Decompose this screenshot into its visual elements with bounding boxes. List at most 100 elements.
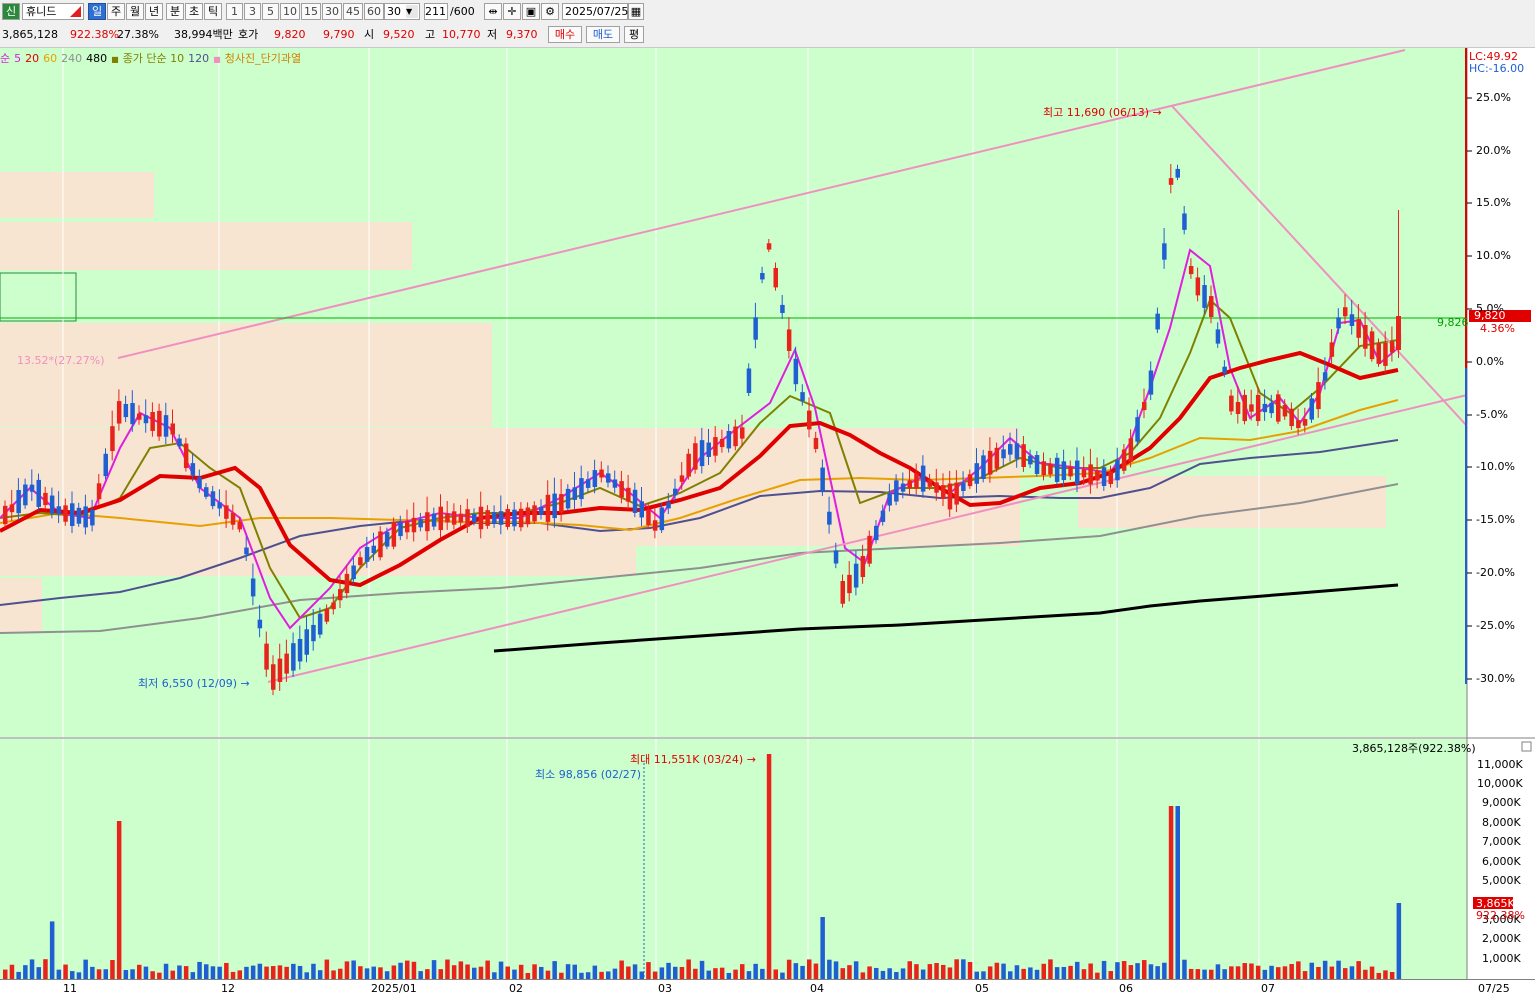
- volume-bar: [83, 959, 88, 979]
- candle-body: [1322, 372, 1328, 381]
- interval-15[interactable]: 15: [301, 3, 321, 20]
- volume-bar: [1202, 969, 1207, 979]
- interval-45[interactable]: 45: [343, 3, 363, 20]
- candle-body: [391, 521, 397, 547]
- stock-chart[interactable]: [0, 48, 1535, 999]
- candle-body: [143, 415, 149, 424]
- legend-ma480[interactable]: 480: [86, 52, 107, 65]
- tab-year[interactable]: 년: [145, 3, 163, 20]
- candle-body: [579, 478, 584, 500]
- volume-pane-close-icon[interactable]: [1521, 741, 1532, 752]
- interval-3[interactable]: 3: [244, 3, 261, 20]
- candle-body: [626, 487, 631, 502]
- candle-body: [552, 493, 557, 519]
- volume-bar: [1101, 960, 1107, 979]
- candle-body: [1389, 341, 1395, 353]
- legend-ma60[interactable]: 60: [43, 52, 57, 65]
- interval-60[interactable]: 60: [364, 3, 384, 20]
- volume-bar: [170, 970, 175, 979]
- volume-bar: [130, 969, 135, 979]
- stock-color-flag-icon: [70, 6, 81, 17]
- volume-bar: [391, 965, 397, 979]
- save-icon[interactable]: ▣: [522, 3, 540, 20]
- calendar-icon[interactable]: ▦: [628, 3, 644, 20]
- quote-bar: 3,865,128 922.38% 27.38% 38,994백만 호가 9,8…: [0, 23, 1535, 48]
- volume-bar: [358, 966, 363, 979]
- interval-10[interactable]: 10: [280, 3, 300, 20]
- time-tick-label: 11: [63, 982, 77, 995]
- candle-body: [941, 485, 946, 499]
- sell-button[interactable]: 매도: [586, 26, 620, 43]
- candle-body: [713, 437, 718, 456]
- stock-name-field[interactable]: 휴니드: [22, 3, 84, 20]
- interval-1[interactable]: 1: [226, 3, 243, 20]
- legend-ma10[interactable]: 종가 단순 10: [123, 52, 184, 65]
- compress-icon[interactable]: ⇹: [484, 3, 502, 20]
- interval-5[interactable]: 5: [262, 3, 279, 20]
- tab-day[interactable]: 일: [88, 3, 106, 20]
- tab-tick[interactable]: 틱: [204, 3, 222, 20]
- volume-bar: [679, 966, 685, 979]
- settings-gear-icon[interactable]: ⚙: [541, 3, 559, 20]
- count-input[interactable]: 211: [424, 3, 448, 20]
- volume-bar: [1182, 959, 1187, 979]
- bid-label: 호가: [238, 28, 259, 41]
- legend-ma-prefix: 순: [0, 52, 11, 65]
- candle-body: [237, 521, 242, 530]
- volume-bar: [1296, 961, 1301, 979]
- volume-bar: [626, 966, 631, 979]
- candle-body: [224, 505, 229, 519]
- interval-select[interactable]: 30 ▼: [384, 3, 420, 20]
- candle-body: [833, 550, 839, 564]
- tab-second[interactable]: 초: [185, 3, 203, 20]
- volume-bar: [1175, 806, 1180, 979]
- volume-bar: [304, 972, 309, 979]
- candle-body: [304, 629, 309, 655]
- buy-button[interactable]: 매수: [548, 26, 582, 43]
- legend-pattern-icon: ■: [213, 55, 221, 64]
- tab-month[interactable]: 월: [126, 3, 144, 20]
- date-input[interactable]: 2025/07/25: [562, 3, 628, 20]
- candle-body: [518, 508, 524, 528]
- volume-bar: [874, 967, 879, 979]
- crosshair-icon[interactable]: ✛: [503, 3, 521, 20]
- volume-bar: [190, 972, 196, 979]
- volume-bar: [29, 959, 35, 979]
- legend-ma120[interactable]: 120: [188, 52, 209, 65]
- candle-body: [1249, 404, 1254, 412]
- candle-body: [753, 317, 758, 340]
- legend-ma20[interactable]: 20: [25, 52, 39, 65]
- volume-bar: [210, 966, 216, 979]
- legend-ma240[interactable]: 240: [61, 52, 82, 65]
- candle-body: [532, 505, 537, 522]
- volume-tick-label: 5,000K: [1482, 874, 1521, 887]
- candle-body: [1302, 419, 1308, 426]
- candle-body: [291, 643, 296, 671]
- legend-pattern[interactable]: 청사진_단기과열: [225, 52, 301, 65]
- tab-minute[interactable]: 분: [166, 3, 184, 20]
- candle-body: [1175, 168, 1180, 178]
- candle-body: [1041, 461, 1046, 476]
- volume-bar: [56, 969, 62, 979]
- candle-body: [987, 450, 993, 475]
- candle-body: [1255, 394, 1261, 422]
- candle-body: [1242, 394, 1247, 422]
- volume-bar: [760, 968, 765, 979]
- time-axis-end-label: 07/25: [1478, 982, 1510, 995]
- candle-body: [606, 473, 611, 483]
- volume-bar: [1088, 963, 1093, 979]
- time-tick-label: 04: [810, 982, 824, 995]
- tab-week[interactable]: 주: [107, 3, 125, 20]
- candle-body: [123, 403, 129, 418]
- candle-body: [1383, 342, 1388, 366]
- volume-ratio: 922.38%: [70, 28, 119, 41]
- evaluate-button[interactable]: 평: [624, 26, 644, 43]
- candle-body: [1014, 443, 1020, 459]
- volume-bar: [1054, 967, 1060, 979]
- legend-ma5[interactable]: 5: [14, 52, 21, 65]
- candle-body: [1229, 395, 1234, 412]
- interval-30[interactable]: 30: [322, 3, 342, 20]
- volume-bar: [384, 971, 390, 979]
- candle-body: [324, 608, 330, 622]
- volume-bar: [378, 967, 383, 979]
